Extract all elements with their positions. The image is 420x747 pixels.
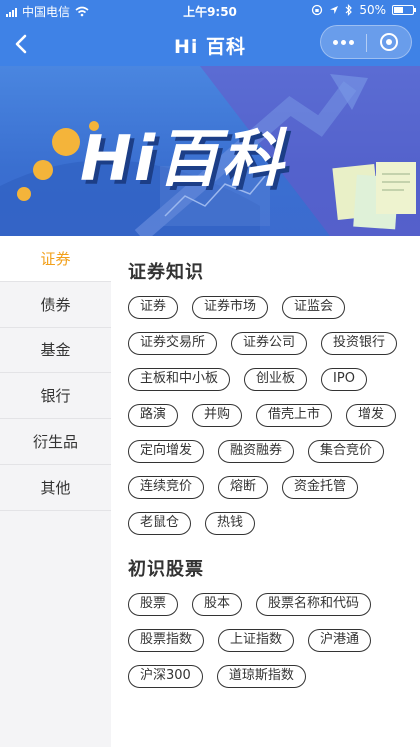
- sidebar-item-others[interactable]: 其他: [0, 465, 111, 511]
- sidebar-item-securities[interactable]: 证券: [0, 236, 111, 282]
- battery-icon: [392, 5, 416, 15]
- topic-tag[interactable]: 并购: [192, 404, 243, 427]
- topic-tag[interactable]: 资金托管: [282, 476, 359, 499]
- banner: Hi百科: [0, 66, 420, 236]
- more-icon: [332, 39, 354, 45]
- topic-tag[interactable]: 证券市场: [192, 296, 269, 319]
- topic-tag[interactable]: 熔断: [218, 476, 269, 499]
- tag-list: 股票 股本 股票名称和代码 股票指数 上证指数 沪港通 沪深300 道琼斯指数: [128, 593, 408, 688]
- topic-tag[interactable]: IPO: [321, 368, 367, 391]
- topic-tag[interactable]: 股票指数: [128, 629, 205, 652]
- topic-tag[interactable]: 老鼠仓: [128, 512, 192, 535]
- topic-tag[interactable]: 集合竞价: [308, 440, 385, 463]
- topic-tag[interactable]: 路演: [128, 404, 179, 427]
- sidebar-item-bonds[interactable]: 债券: [0, 282, 111, 328]
- topic-tag[interactable]: 融资融券: [218, 440, 295, 463]
- category-sidebar: 证券 债券 基金 银行 衍生品 其他: [0, 236, 111, 747]
- location-icon: [330, 6, 339, 14]
- topic-tag[interactable]: 投资银行: [321, 332, 398, 355]
- topic-tag[interactable]: 股票名称和代码: [256, 593, 372, 616]
- topic-tag[interactable]: 创业板: [244, 368, 308, 391]
- topic-tag[interactable]: 主板和中小板: [128, 368, 231, 391]
- nav-bar: Hi 百科: [0, 22, 420, 66]
- topic-tag[interactable]: 股票: [128, 593, 179, 616]
- topic-tag[interactable]: 借壳上市: [256, 404, 333, 427]
- topic-tag[interactable]: 连续竞价: [128, 476, 205, 499]
- topic-tag[interactable]: 定向增发: [128, 440, 205, 463]
- sidebar-item-funds[interactable]: 基金: [0, 328, 111, 374]
- topic-tag[interactable]: 热钱: [205, 512, 256, 535]
- topic-tag[interactable]: 股本: [192, 593, 243, 616]
- status-bar: 中国电信 上午9:50 50%: [0, 0, 420, 22]
- topic-tag[interactable]: 沪港通: [308, 629, 372, 652]
- top-bar: 中国电信 上午9:50 50% Hi 百科: [0, 0, 420, 66]
- topic-tag[interactable]: 沪深300: [128, 665, 203, 688]
- sidebar-item-banks[interactable]: 银行: [0, 373, 111, 420]
- topic-tag[interactable]: 上证指数: [218, 629, 295, 652]
- tag-list: 证券 证券市场 证监会 证券交易所 证券公司 投资银行 主板和中小板 创业板 I…: [128, 296, 408, 535]
- sidebar-item-derivatives[interactable]: 衍生品: [0, 419, 111, 465]
- banner-title: Hi百科: [80, 122, 286, 195]
- battery-percent: 50%: [359, 3, 386, 17]
- lock-rotation-icon: [312, 4, 323, 16]
- topic-tag[interactable]: 道琼斯指数: [216, 665, 306, 688]
- section-title: 证券知识: [128, 262, 204, 283]
- more-button[interactable]: [321, 26, 366, 58]
- topic-tag[interactable]: 增发: [346, 404, 397, 427]
- mini-program-capsule: [320, 25, 412, 59]
- topic-tag[interactable]: 证券交易所: [128, 332, 218, 355]
- section-title: 初识股票: [128, 559, 204, 580]
- topic-tag[interactable]: 证券公司: [231, 332, 308, 355]
- topic-tag[interactable]: 证券: [128, 296, 179, 319]
- close-mini-program-button[interactable]: [367, 26, 412, 58]
- target-icon: [379, 33, 398, 51]
- bluetooth-icon: [345, 4, 353, 16]
- topic-tag[interactable]: 证监会: [282, 296, 346, 319]
- topic-content: 证券知识 证券 证券市场 证监会 证券交易所 证券公司 投资银行 主板和中小板 …: [111, 236, 420, 747]
